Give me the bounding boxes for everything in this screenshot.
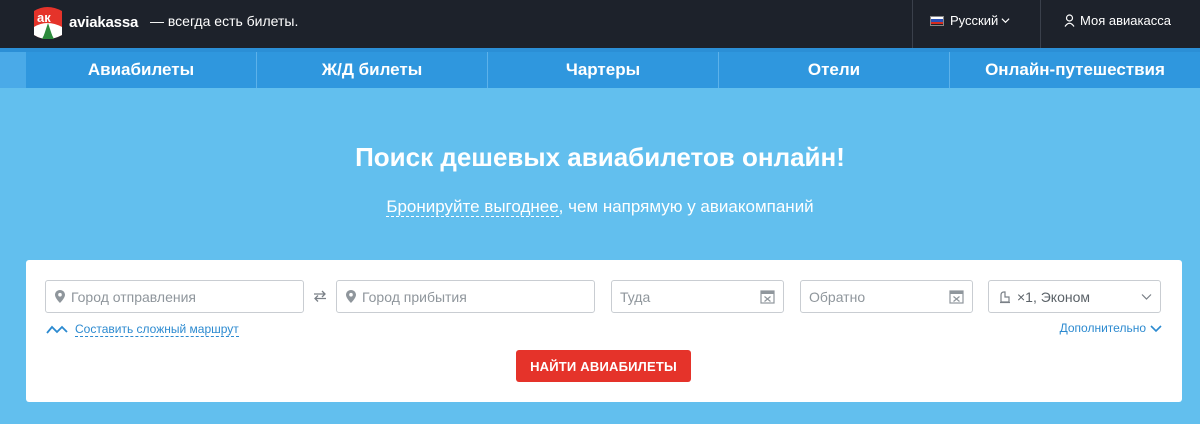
nav-item-trains[interactable]: Ж/Д билеты [257,52,488,88]
hero-subtitle-text: , чем напрямую у авиакомпаний [558,197,814,216]
main-nav: Авиабилеты Ж/Д билеты Чартеры Отели Онла… [26,52,1200,88]
svg-text:ак: ак [37,10,51,25]
nav-item-flights[interactable]: Авиабилеты [26,52,257,88]
calendar-icon[interactable] [949,289,964,304]
return-date-input[interactable]: Обратно [800,280,973,313]
logo-text: aviakassa [69,14,139,31]
departure-date-placeholder: Туда [620,288,651,305]
swap-cities-icon[interactable] [313,290,327,302]
arrival-city-input[interactable]: Город прибытия [336,280,595,313]
page-title: Поиск дешевых авиабилетов онлайн! [355,142,845,172]
calendar-icon[interactable] [760,289,775,304]
language-selector[interactable]: Русский [930,13,1010,28]
arrival-city-placeholder: Город прибытия [362,288,467,305]
return-date-placeholder: Обратно [809,288,866,305]
nav-item-hotels[interactable]: Отели [719,52,950,88]
more-options-toggle[interactable]: Дополнительно [1060,321,1162,335]
departure-city-placeholder: Город отправления [71,288,197,305]
user-icon [1064,14,1075,27]
search-form: Город отправления Город прибытия Туда Об… [26,260,1182,402]
location-pin-icon [346,290,356,303]
nav-item-online-travel[interactable]: Онлайн-путешествия [950,52,1200,88]
header-divider [912,0,913,48]
hero-subtitle: Бронируйте выгоднее, чем напрямую у авиа… [0,197,1200,217]
find-tickets-button[interactable]: НАЙТИ АВИАБИЛЕТЫ [516,350,691,382]
header-divider [1040,0,1041,48]
departure-city-input[interactable]: Город отправления [45,280,304,313]
top-header: ак aviakassa — всегда есть билеты. Русск… [0,0,1200,48]
account-menu[interactable]: Моя авиакасса [1064,13,1171,28]
aviakassa-logo-icon: ак [34,7,62,39]
passengers-class-select[interactable]: ×1, Эконом [988,280,1161,313]
nav-left-gutter [0,52,26,88]
nav-item-charters[interactable]: Чартеры [488,52,719,88]
complex-route-label: Составить сложный маршрут [75,322,239,337]
tagline: — всегда есть билеты. [150,13,299,29]
passengers-class-value: ×1, Эконом [1017,288,1091,305]
passenger-seat-icon [1000,290,1010,303]
more-options-label: Дополнительно [1059,321,1146,335]
hero-subtitle-link[interactable]: Бронируйте выгоднее [386,197,559,217]
chevron-down-icon [1141,294,1152,300]
departure-date-input[interactable]: Туда [611,280,784,313]
account-label: Моя авиакасса [1080,13,1171,28]
logo[interactable]: ак aviakassa [28,5,144,41]
chevron-down-icon [1150,325,1162,333]
chevron-down-icon [1001,18,1010,24]
location-pin-icon [55,290,65,303]
language-label: Русский [950,13,999,28]
complex-route-link[interactable]: Составить сложный маршрут [46,322,239,337]
route-zigzag-icon [46,325,68,334]
russia-flag-icon [930,15,944,26]
